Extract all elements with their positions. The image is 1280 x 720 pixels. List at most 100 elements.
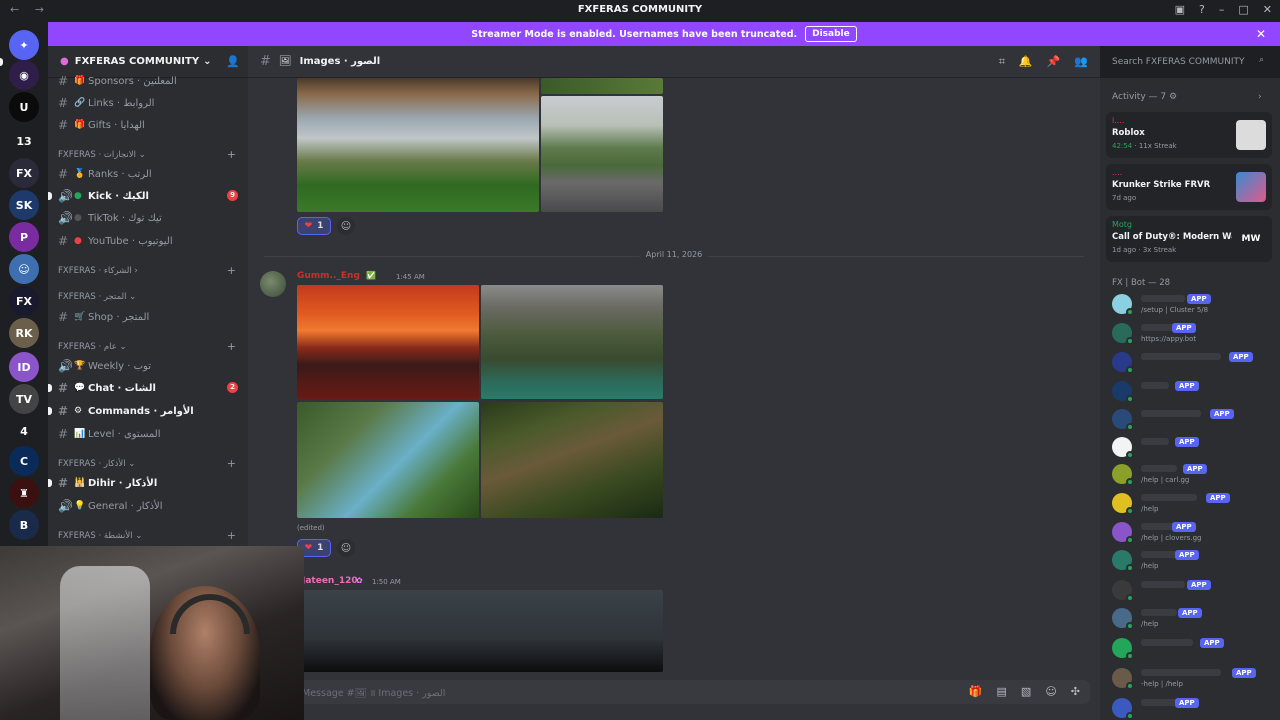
server-icon[interactable]: P xyxy=(9,222,39,252)
server-icon[interactable]: SK xyxy=(9,190,39,220)
gif-icon[interactable]: ▤ xyxy=(997,685,1007,698)
member-row[interactable]: APP xyxy=(1112,379,1272,405)
gift-icon[interactable]: 🎁 xyxy=(969,685,983,698)
channel-tiktok[interactable]: 🔊 ● TikTok · تيك توك xyxy=(58,209,238,227)
server-icon[interactable]: 4 xyxy=(9,416,39,446)
search-input[interactable]: Search FXFERAS COMMUNITY ⌕ xyxy=(1106,52,1270,72)
channel-commands[interactable]: # ⚙ Commands · الأوامر xyxy=(58,402,238,420)
server-icon[interactable]: RK xyxy=(9,318,39,348)
add-channel-icon[interactable]: + xyxy=(227,529,236,542)
server-icon[interactable]: U xyxy=(9,92,39,122)
member-row[interactable]: APP xyxy=(1112,435,1272,461)
server-icon[interactable]: 13 xyxy=(9,126,39,156)
member-row[interactable]: APP xyxy=(1112,636,1272,662)
pin-icon[interactable]: 📌 xyxy=(1047,55,1061,69)
close-banner-icon[interactable]: ✕ xyxy=(1256,27,1266,41)
category-partners[interactable]: FXFERAS · الشركاء › + xyxy=(58,264,238,280)
threads-icon[interactable]: ⌗ xyxy=(999,55,1005,69)
activity-card[interactable]: i.... Roblox 42:54 · 11x Streak xyxy=(1106,112,1272,158)
channel-level[interactable]: # 📊 Level · المستوى xyxy=(58,425,238,443)
add-reaction-button[interactable]: ☺ xyxy=(337,217,355,235)
mention-badge: 9 xyxy=(227,190,238,201)
channel-shop[interactable]: # 🛒 Shop · المتجر xyxy=(58,308,238,326)
member-row[interactable]: APP xyxy=(1112,350,1272,376)
member-row[interactable]: APP xyxy=(1112,407,1272,433)
minimize-icon[interactable]: – xyxy=(1219,3,1225,16)
member-row[interactable]: APP/help xyxy=(1112,606,1272,632)
server-icon[interactable]: FX xyxy=(9,158,39,188)
category-activities[interactable]: FXFERAS · الأنشطة ⌄ + xyxy=(58,529,238,545)
activity-header[interactable]: Activity — 7 ⚙ › xyxy=(1112,92,1262,102)
category-general[interactable]: FXFERAS · عام ⌄ + xyxy=(58,340,238,356)
heart-reaction[interactable]: ❤ 1 xyxy=(297,217,331,235)
channel-chat[interactable]: # 💬 Chat · الشات 2 xyxy=(58,379,238,397)
message-input[interactable]: Message #🖼 ॥ Images · الصور 🎁 ▤ ▧ ☺ ✣ xyxy=(264,680,1090,704)
channel-general[interactable]: 🔊 💡 General · الأذكار xyxy=(58,497,238,515)
message-image[interactable] xyxy=(302,590,663,672)
apps-icon[interactable]: ✣ xyxy=(1071,685,1080,698)
server-icon[interactable]: ◉ xyxy=(9,60,39,90)
server-icon[interactable]: ID xyxy=(9,352,39,382)
activity-card[interactable]: .... Krunker Strike FRVR 7d ago xyxy=(1106,164,1272,210)
message-image[interactable] xyxy=(297,285,479,399)
server-icon[interactable]: TV xyxy=(9,384,39,414)
channel-links[interactable]: # 🔗 Links · الروابط xyxy=(58,94,238,112)
username[interactable]: Gumm.._Eng xyxy=(297,271,360,281)
add-channel-icon[interactable]: + xyxy=(227,340,236,353)
inbox-icon[interactable]: ▣ xyxy=(1175,3,1185,16)
message-image[interactable] xyxy=(541,96,663,212)
members-icon[interactable]: 👥 xyxy=(1074,55,1088,69)
add-channel-icon[interactable]: + xyxy=(227,264,236,277)
app-badge: APP xyxy=(1175,698,1199,708)
disable-button[interactable]: Disable xyxy=(805,26,857,42)
category-shop[interactable]: FXFERAS · المتجر ⌄ xyxy=(58,292,238,306)
member-row[interactable]: APP xyxy=(1112,578,1272,604)
member-row[interactable]: APP/help | carl.gg xyxy=(1112,462,1272,488)
help-icon[interactable]: ? xyxy=(1199,3,1205,16)
channel-youtube[interactable]: # ● YouTube · اليوتيوب xyxy=(58,232,238,250)
message-image[interactable] xyxy=(297,402,479,518)
avatar[interactable] xyxy=(260,271,286,297)
server-icon[interactable]: FX xyxy=(9,286,39,316)
close-window-icon[interactable]: ✕ xyxy=(1263,3,1272,16)
member-row[interactable]: APP/help xyxy=(1112,548,1272,574)
member-row[interactable]: APP/help | clovers.gg xyxy=(1112,520,1272,546)
hash-icon: # xyxy=(58,74,69,88)
channel-dihir[interactable]: # 🕌 Dihir · الأذكار xyxy=(58,474,238,492)
channel-ranks[interactable]: # 🏅 Ranks · الرتب xyxy=(58,165,238,183)
add-member-icon[interactable]: 👤 xyxy=(226,55,240,68)
channel-sponsors[interactable]: # 🎁 Sponsors · المعلنين xyxy=(58,72,238,90)
bell-icon[interactable]: 🔔 xyxy=(1019,55,1033,69)
add-channel-icon[interactable]: + xyxy=(227,148,236,161)
add-reaction-button[interactable]: ☺ xyxy=(337,539,355,557)
username[interactable]: Jateen_120 xyxy=(302,576,358,586)
server-icon[interactable]: B xyxy=(9,510,39,540)
server-icon[interactable]: ♜ xyxy=(9,478,39,508)
category-achievements[interactable]: FXFERAS · الانجازات ⌄ + xyxy=(58,148,238,164)
message-image[interactable] xyxy=(541,78,663,94)
server-icon[interactable]: C xyxy=(9,446,39,476)
member-row[interactable]: APP xyxy=(1112,696,1272,720)
member-row[interactable]: APP https://appy.bot xyxy=(1112,321,1272,347)
message-image[interactable] xyxy=(297,78,539,212)
sticker-icon[interactable]: ▧ xyxy=(1021,685,1031,698)
server-icon[interactable]: ✦ xyxy=(9,30,39,60)
member-row[interactable]: APP/setup | Cluster 5/8 xyxy=(1112,292,1272,318)
chevron-right-icon[interactable]: › xyxy=(1258,92,1262,102)
category-remembrance[interactable]: FXFERAS · الأذكار ⌄ + xyxy=(58,457,238,473)
maximize-icon[interactable]: □ xyxy=(1238,3,1248,16)
channel-gifts[interactable]: # 🎁 Gifts · الهدايا xyxy=(58,116,238,134)
channel-kick[interactable]: 🔊 ● Kick · الكيك 9 xyxy=(58,187,238,205)
gear-icon: ⚙ xyxy=(74,406,83,416)
server-icon[interactable]: ☺ xyxy=(9,254,39,284)
add-channel-icon[interactable]: + xyxy=(227,457,236,470)
app-badge: APP xyxy=(1232,668,1256,678)
member-row[interactable]: APP/help xyxy=(1112,491,1272,517)
channel-weekly[interactable]: 🔊 🏆 Weekly · توب xyxy=(58,357,238,375)
emoji-icon[interactable]: ☺ xyxy=(1045,685,1056,698)
member-row[interactable]: APP -help | /help xyxy=(1112,666,1272,692)
message-image[interactable] xyxy=(481,402,663,518)
activity-card[interactable]: Motg Call of Duty®: Modern Warf... 1d ag… xyxy=(1106,216,1272,262)
message-image[interactable] xyxy=(481,285,663,399)
composer-placeholder: Message #🖼 ॥ Images · الصور xyxy=(302,688,446,699)
